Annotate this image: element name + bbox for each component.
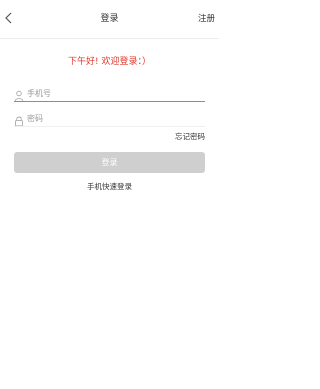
password-input[interactable] bbox=[27, 110, 203, 126]
quick-login-link[interactable]: 手机快速登录 bbox=[0, 182, 219, 192]
forgot-password-link[interactable]: 忘记密码 bbox=[175, 132, 205, 142]
top-bar: 登录 注册 bbox=[0, 0, 219, 38]
user-icon bbox=[14, 87, 24, 102]
register-link[interactable]: 注册 bbox=[198, 14, 215, 25]
header-divider bbox=[0, 38, 219, 39]
phone-input[interactable] bbox=[27, 85, 203, 101]
phone-field bbox=[14, 85, 205, 102]
password-field bbox=[14, 110, 205, 127]
login-button[interactable]: 登录 bbox=[14, 152, 205, 173]
phone-underline bbox=[14, 101, 205, 102]
lock-icon bbox=[14, 112, 24, 127]
page-title: 登录 bbox=[100, 14, 119, 24]
password-underline bbox=[14, 126, 205, 127]
greeting-text: 下午好! 欢迎登录：） bbox=[68, 57, 151, 67]
